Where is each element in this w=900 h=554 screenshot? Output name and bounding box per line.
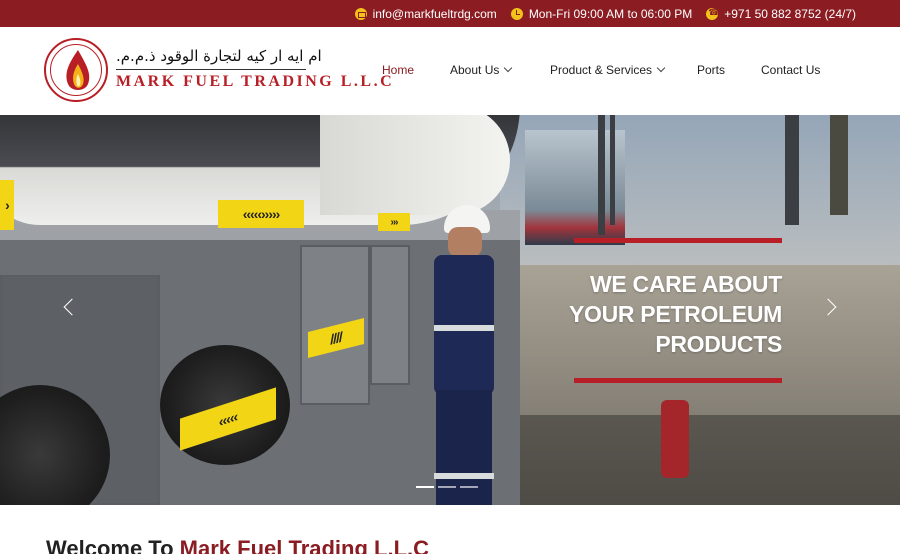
hero-headline: WE CARE ABOUT YOUR PETROLEUM PRODUCTS [569,269,782,359]
hero-title-line3: PRODUCTS [655,331,782,357]
brand-arabic-name: ام ايه ار كيه لتجارة الوقود ذ.م.م. [116,47,322,65]
nav-ports[interactable]: Ports [697,63,725,77]
chevron-marker: ››› [378,213,410,231]
phone-info[interactable]: +971 50 882 8752 (24/7) [706,7,856,21]
hero-bottom-rule [574,378,782,383]
slider-dot-2[interactable] [438,486,456,488]
nav-about-us[interactable]: About Us [450,63,513,77]
fire-extinguisher [661,400,689,478]
hero-crane [785,115,799,225]
worker-figure [430,205,500,505]
brand-english-name: MARK FUEL TRADING L.L.C [116,73,395,90]
welcome-prefix: Welcome To [46,536,180,554]
hero-title-line2: YOUR PETROLEUM [568,301,782,327]
hero-crane [598,115,605,235]
reflective-stripe [434,325,494,331]
chevron-down-icon [504,63,513,73]
email-text[interactable]: info@markfueltrdg.com [373,7,497,21]
hero-crane [830,115,848,215]
hero-crane [610,115,615,225]
clock-icon [510,7,523,20]
phone-icon [706,7,719,20]
hours-info: Mon-Fri 09:00 AM to 06:00 PM [510,6,693,21]
nav-contact-us[interactable]: Contact Us [761,63,820,77]
hero-slider: ‹‹‹‹‹››››› › ››› //// ‹‹‹‹‹ WE CARE ABOU… [0,115,900,505]
chevron-marker: ‹‹‹‹‹››››› [218,200,304,228]
welcome-company: Mark Fuel Trading L.L.C [179,536,430,554]
company-logo[interactable] [44,38,108,102]
worker-head [448,227,482,257]
truck-cabinet [370,245,410,385]
chevron-marker: › [0,180,14,230]
nav-ports-label: Ports [697,63,726,77]
hours-text: Mon-Fri 09:00 AM to 06:00 PM [528,6,693,21]
mail-icon [354,7,367,20]
nav-product-services[interactable]: Product & Services [550,63,666,77]
nav-about-us-label: About Us [450,63,500,77]
site-header: ام ايه ار كيه لتجارة الوقود ذ.م.م. MARK … [0,27,900,115]
hero-top-rule [574,238,782,243]
flame-icon [66,50,90,90]
slider-dot-3[interactable] [460,486,478,488]
hero-title-line1: WE CARE ABOUT [589,271,782,297]
nav-product-services-label: Product & Services [550,63,653,77]
slider-dot-1[interactable] [416,486,434,488]
phone-text[interactable]: +971 50 882 8752 (24/7) [724,7,856,21]
email-info[interactable]: info@markfueltrdg.com [354,7,497,21]
welcome-heading: Welcome To Mark Fuel Trading L.L.C [46,536,429,554]
slider-pagination [416,486,478,488]
nav-home-label: Home [382,63,415,77]
nav-home[interactable]: Home [382,63,414,77]
nav-contact-us-label: Contact Us [761,63,821,77]
truck-tank-end [320,115,510,215]
brand-divider [116,69,306,70]
chevron-down-icon [656,63,666,73]
reflective-stripe [434,473,494,479]
top-info-bar: info@markfueltrdg.com Mon-Fri 09:00 AM t… [0,0,900,27]
